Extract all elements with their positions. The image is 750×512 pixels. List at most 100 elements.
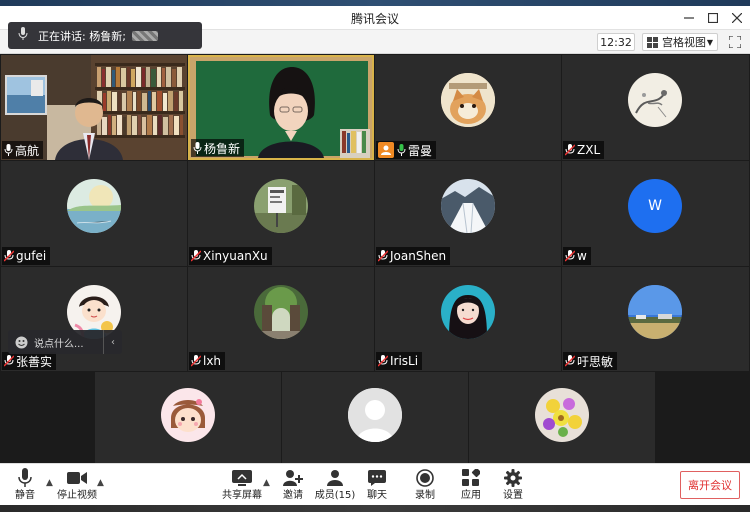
fullscreen-icon[interactable]: [726, 33, 744, 51]
participant-name-bar: JoanShen: [376, 247, 451, 265]
participant-name-bar: 高航: [2, 141, 44, 159]
microphone-icon: [18, 27, 28, 44]
microphone-icon: [4, 144, 13, 156]
participant-avatar-flower: [535, 388, 589, 442]
apps-label: 应用: [461, 490, 481, 501]
grid-view-icon: [647, 36, 658, 48]
participant-name-bar: 张善实: [2, 352, 57, 370]
participant-tile[interactable]: JoanShen: [375, 161, 561, 266]
mute-options-chevron-icon[interactable]: ▲: [46, 478, 53, 488]
participant-name: IrisLi: [390, 354, 419, 368]
participant-tile[interactable]: ZXL: [562, 55, 749, 160]
participant-tile-active-speaker[interactable]: 杨鲁新: [188, 55, 374, 160]
participant-name-bar: 吁思敏: [563, 352, 618, 370]
participant-avatar-letter: W: [628, 179, 682, 233]
microphone-muted-icon: [565, 250, 575, 262]
participant-tile[interactable]: W w: [562, 161, 749, 266]
participant-name: w: [577, 249, 587, 263]
participant-name-bar: 杨鲁新: [191, 139, 245, 157]
participant-name: gufei: [16, 249, 47, 263]
participant-tile[interactable]: 张善实: [1, 267, 187, 371]
settings-button[interactable]: 设置: [500, 466, 526, 504]
video-camera-icon: [67, 466, 87, 490]
leave-meeting-button[interactable]: 离开会议: [680, 471, 740, 499]
participant-avatar-cat: [441, 73, 495, 127]
participant-name: lxh: [203, 354, 222, 368]
maximize-icon[interactable]: [704, 9, 722, 27]
participant-name: 吁思敏: [577, 354, 614, 369]
meeting-clock: 12:32: [597, 33, 635, 51]
close-icon[interactable]: [728, 9, 746, 27]
participant-name: JoanShen: [390, 249, 447, 263]
microphone-muted-icon: [565, 355, 575, 367]
participant-name-bar: XinyuanXu: [189, 247, 272, 265]
chat-placeholder: 说点什么...: [34, 338, 84, 350]
participant-name-bar: ZXL: [563, 141, 605, 159]
participant-name-bar: IrisLi: [376, 352, 423, 370]
collapse-chevron-icon[interactable]: ‹: [104, 337, 122, 348]
microphone-icon: [193, 142, 202, 154]
chevron-down-icon: ▼: [706, 37, 713, 47]
bottom-toolbar: 静音 ▲ 停止视频 ▲ 共享屏幕 ▲ 邀请 成员(15) 聊天 录制 应用 设置…: [0, 463, 750, 505]
participant-tile[interactable]: gufei: [1, 161, 187, 266]
participant-tile[interactable]: [95, 372, 281, 463]
participant-name-bar: lxh: [189, 352, 226, 370]
record-icon: [416, 466, 434, 490]
members-label: 成员(15): [314, 490, 356, 501]
share-options-chevron-icon[interactable]: ▲: [263, 478, 270, 488]
add-user-icon: [283, 466, 303, 490]
settings-label: 设置: [503, 490, 523, 501]
participant-tile[interactable]: 吁思敏: [562, 267, 749, 371]
participant-tile[interactable]: lxh: [188, 267, 374, 371]
chat-quick-input[interactable]: 说点什么... ‹: [8, 330, 122, 354]
share-screen-icon: [232, 466, 252, 490]
chat-label: 聊天: [367, 490, 387, 501]
participant-name: 高航: [15, 143, 40, 158]
participant-name: ZXL: [577, 143, 601, 157]
apps-button[interactable]: 应用: [458, 466, 484, 504]
mute-button[interactable]: 静音: [10, 466, 40, 504]
share-screen-button[interactable]: 共享屏幕: [222, 466, 262, 504]
view-mode-label: 宫格视图: [662, 36, 706, 49]
participant-tile[interactable]: [282, 372, 468, 463]
mute-label: 静音: [15, 490, 35, 501]
participant-avatar-ink: [628, 73, 682, 127]
participant-avatar-sky: [628, 285, 682, 339]
meeting-window: 腾讯会议 12:32 宫格视图 ▼ 正在讲话: 杨鲁新; 高航 杨鲁新 雷曼 Z…: [0, 0, 750, 512]
participant-tile[interactable]: [469, 372, 655, 463]
participant-name: 雷曼: [408, 143, 433, 158]
video-grid: 高航 杨鲁新 雷曼 ZXL gufei XinyuanXu JoanShen W…: [0, 54, 750, 463]
host-badge-icon: [378, 142, 394, 158]
chat-button[interactable]: 聊天: [364, 466, 390, 504]
record-button[interactable]: 录制: [412, 466, 438, 504]
video-options-chevron-icon[interactable]: ▲: [97, 478, 104, 488]
desktop-background-strip: [0, 505, 750, 512]
microphone-muted-icon: [191, 355, 201, 367]
participant-name: XinyuanXu: [203, 249, 268, 263]
stop-video-label: 停止视频: [57, 490, 97, 501]
participant-avatar-paint: [67, 179, 121, 233]
emoji-icon[interactable]: [8, 336, 34, 349]
chat-bubble-icon: [368, 466, 386, 490]
participant-avatar-snow: [441, 179, 495, 233]
view-mode-dropdown[interactable]: 宫格视图 ▼: [642, 33, 718, 51]
microphone-muted-icon: [191, 250, 201, 262]
participant-tile[interactable]: 高航: [1, 55, 187, 160]
participant-tile[interactable]: IrisLi: [375, 267, 561, 371]
participant-avatar-default: [348, 388, 402, 442]
participant-tile[interactable]: 雷曼: [375, 55, 561, 160]
members-button[interactable]: 成员(15): [314, 466, 356, 504]
minimize-icon[interactable]: [680, 9, 698, 27]
members-icon: [326, 466, 344, 490]
speaking-indicator: 正在讲话: 杨鲁新;: [8, 22, 202, 49]
participant-tile[interactable]: XinyuanXu: [188, 161, 374, 266]
gear-icon: [504, 466, 522, 490]
participant-avatar-sign: [254, 179, 308, 233]
participant-avatar-girl: [441, 285, 495, 339]
participant-avatar-arch: [254, 285, 308, 339]
redacted-name: [131, 30, 158, 41]
share-screen-label: 共享屏幕: [222, 490, 262, 501]
stop-video-button[interactable]: 停止视频: [56, 466, 98, 504]
invite-button[interactable]: 邀请: [280, 466, 306, 504]
participant-name: 张善实: [16, 354, 53, 369]
